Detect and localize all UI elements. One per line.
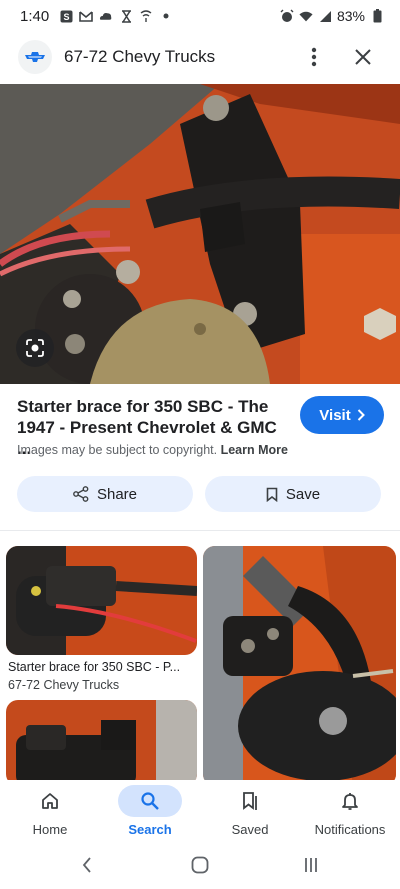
learn-more-link[interactable]: Learn More	[221, 443, 288, 457]
hourglass-icon	[119, 9, 133, 23]
bell-icon	[342, 793, 358, 810]
system-navigation	[0, 842, 400, 889]
signal-icon	[318, 9, 332, 23]
viewer-header: 67-72 Chevy Trucks	[0, 32, 400, 82]
site-favicon	[18, 40, 52, 74]
nav-notifications-label: Notifications	[314, 822, 386, 837]
nav-saved-label: Saved	[231, 822, 269, 837]
related-image-1[interactable]	[6, 546, 197, 655]
copyright-notice: Images may be subject to copyright. Lear…	[17, 443, 288, 457]
starter-photo-1	[6, 546, 197, 655]
site-title[interactable]: 67-72 Chevy Trucks	[64, 47, 215, 67]
nav-saved-icon-wrap	[218, 785, 282, 817]
bottom-navigation: Home Search Saved Notifications	[0, 780, 400, 842]
home-rounded-square-icon	[191, 856, 209, 874]
nav-home[interactable]: Home	[0, 780, 100, 842]
nav-saved[interactable]: Saved	[200, 780, 300, 842]
svg-text:S: S	[63, 12, 69, 22]
main-image[interactable]	[0, 84, 400, 384]
dot-icon	[159, 9, 173, 23]
recents-icon	[305, 858, 317, 872]
starter-photo-3	[6, 700, 197, 786]
save-label: Save	[285, 485, 321, 503]
visit-button[interactable]: Visit	[300, 396, 384, 434]
status-right: 83%	[280, 8, 384, 24]
battery-icon	[370, 9, 384, 23]
system-home-button[interactable]	[185, 852, 215, 878]
back-chevron-icon	[82, 857, 91, 873]
wifi-icon	[299, 9, 313, 23]
status-left: 1:40 S	[20, 8, 173, 25]
nav-search[interactable]: Search	[100, 780, 200, 842]
nav-home-label: Home	[32, 822, 68, 837]
battery-percent: 83%	[336, 8, 365, 24]
nav-notifications-icon-wrap	[318, 785, 382, 817]
lens-button[interactable]	[16, 329, 54, 367]
status-bar: 1:40 S 83%	[0, 0, 400, 32]
copyright-text: Images may be subject to copyright.	[17, 443, 218, 457]
s-app-icon: S	[59, 9, 73, 23]
share-button[interactable]: Share	[17, 476, 193, 512]
alarm-icon	[280, 9, 294, 23]
status-time: 1:40	[20, 7, 50, 25]
chevron-right-icon	[357, 409, 365, 421]
lens-icon	[26, 339, 44, 357]
starter-photo-2	[203, 546, 396, 786]
share-icon	[73, 486, 89, 502]
home-icon	[42, 793, 58, 809]
related-image-3[interactable]	[6, 700, 197, 786]
search-icon	[141, 792, 159, 810]
related-source: 67-72 Chevy Trucks	[8, 678, 120, 692]
bookmarks-icon	[243, 792, 257, 810]
system-recents-button[interactable]	[296, 852, 326, 878]
cloud-icon	[99, 9, 113, 23]
section-divider	[0, 530, 400, 531]
nav-notifications[interactable]: Notifications	[300, 780, 400, 842]
system-back-button[interactable]	[72, 852, 102, 878]
more-vert-icon	[311, 47, 317, 67]
wifi-call-icon	[139, 9, 153, 23]
related-image-2[interactable]	[203, 546, 396, 786]
visit-label: Visit	[319, 406, 351, 424]
engine-photo	[0, 84, 400, 384]
nav-home-icon-wrap	[18, 785, 82, 817]
more-options-button[interactable]	[300, 42, 328, 72]
share-label: Share	[96, 485, 138, 503]
close-button[interactable]	[348, 42, 378, 72]
related-caption[interactable]: Starter brace for 350 SBC - P...	[8, 660, 180, 674]
nav-search-label: Search	[128, 822, 172, 837]
bookmark-icon	[266, 487, 278, 502]
nav-search-icon-wrap	[118, 785, 182, 817]
save-button[interactable]: Save	[205, 476, 381, 512]
gmail-icon	[79, 9, 94, 23]
close-icon	[355, 49, 371, 65]
